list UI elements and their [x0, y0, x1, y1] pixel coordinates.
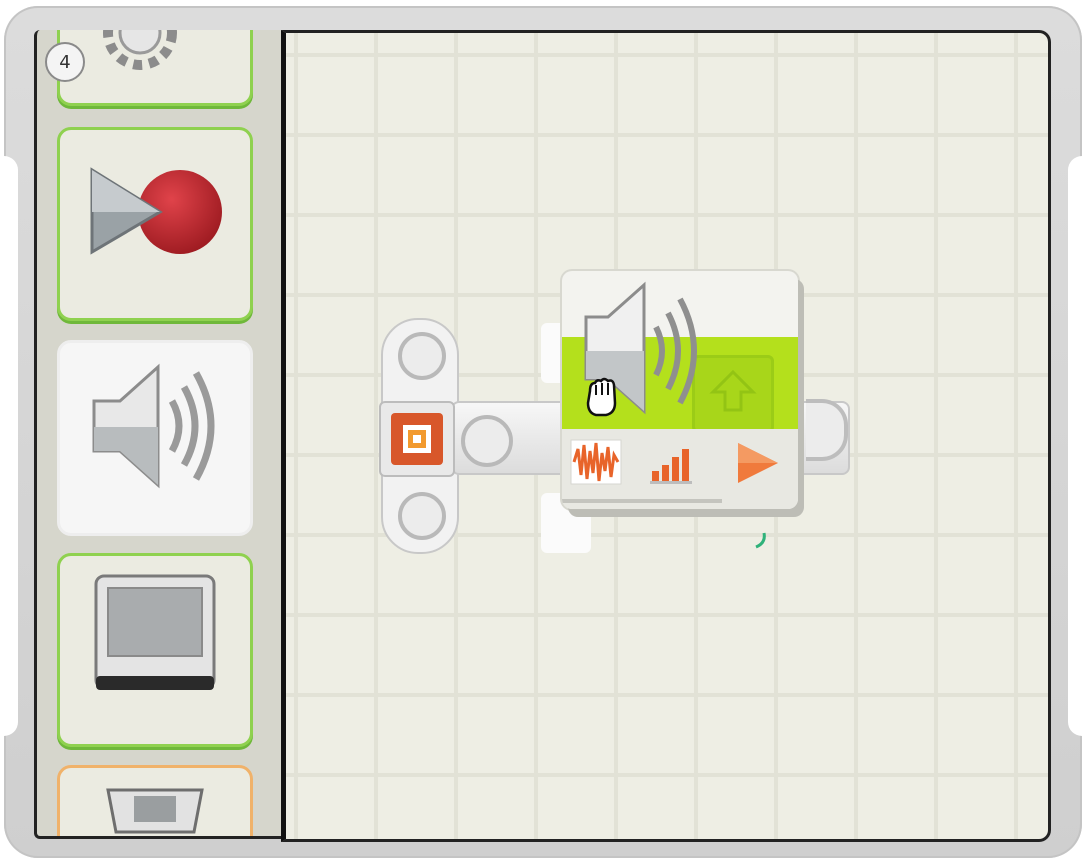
- palette-badge: 4: [45, 42, 85, 82]
- palette-tile-gear[interactable]: [57, 30, 253, 106]
- gear-icon: [103, 30, 177, 70]
- start-icon: [391, 413, 443, 465]
- program-canvas[interactable]: [281, 30, 1051, 842]
- waveform-icon[interactable]: [570, 439, 622, 485]
- nxt-icon: [106, 788, 204, 834]
- grab-hand-cursor-icon: [586, 377, 617, 417]
- hub-connector-top[interactable]: [398, 332, 446, 380]
- palette-tile-send-message[interactable]: [57, 765, 253, 836]
- beam-connector[interactable]: [461, 415, 513, 467]
- palette-tile-record-play[interactable]: [57, 127, 253, 321]
- hub-connector-bottom[interactable]: [398, 492, 446, 540]
- display-icon: [94, 574, 216, 690]
- palette-tile-sound[interactable]: [57, 340, 253, 536]
- block-palette: 4: [34, 30, 283, 839]
- volume-bars-icon[interactable]: [648, 441, 694, 485]
- frame-notch-right: [1068, 156, 1082, 736]
- beam-end-connector: [806, 399, 848, 461]
- record-play-icon: [90, 167, 222, 255]
- sound-block-underline: [562, 499, 722, 503]
- start-block[interactable]: [379, 401, 455, 477]
- play-icon[interactable]: [732, 439, 782, 487]
- speaker-icon: [92, 363, 215, 489]
- connector-mark: [755, 532, 766, 549]
- frame-notch-left: [4, 156, 18, 736]
- palette-tile-display[interactable]: [57, 553, 253, 747]
